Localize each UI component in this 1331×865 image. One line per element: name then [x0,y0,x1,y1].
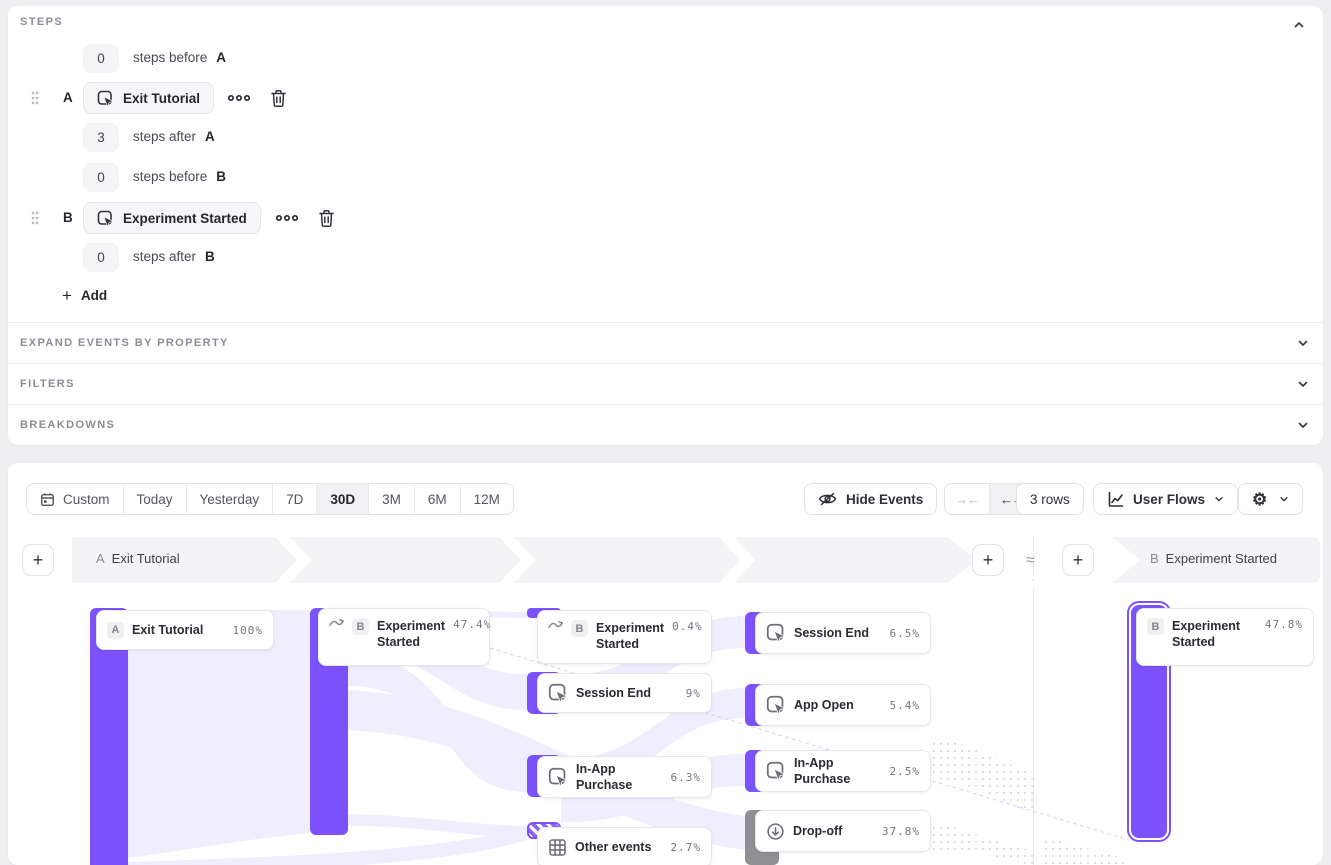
chevron-down-icon [1297,378,1309,390]
date-3m[interactable]: 3M [368,484,414,514]
skip-steps-icon [329,618,344,628]
section-filters[interactable]: FILTERS [8,363,1323,404]
flow-node-in-app-purchase[interactable]: In-App Purchase 6.3% [537,756,712,798]
rows-count-button[interactable]: 3 rows [1016,483,1084,515]
step-a-letter: A [63,90,73,105]
step-b-letter: B [63,210,73,225]
steps-before-b-input[interactable]: 0 [83,163,119,192]
date-custom[interactable]: Custom [27,484,123,514]
date-yesterday[interactable]: Yesterday [186,484,273,514]
skip-steps-icon [548,620,563,630]
drag-handle-icon[interactable] [31,211,39,225]
flow-node-other-events[interactable]: Other events 2.7% [537,827,712,865]
calendar-icon [40,492,55,507]
step-letter-badge: B [352,618,369,635]
collapse-columns-button[interactable]: →← [945,484,989,514]
drop-off-icon [766,822,785,841]
flow-node-experiment-started-47[interactable]: B Experiment Started 47.4% [318,608,490,666]
add-column-before-b-button[interactable]: + [1062,544,1094,576]
step-b-event-button[interactable]: Experiment Started [83,202,261,234]
view-type-dropdown[interactable]: User Flows [1093,483,1238,515]
plus-icon: + [983,550,994,571]
date-today[interactable]: Today [123,484,186,514]
chevron-down-icon [1214,494,1224,504]
event-click-icon [548,767,568,787]
hide-events-button[interactable]: Hide Events [804,483,937,515]
steps-before-b-label: steps beforeB [133,169,226,184]
approx-gap-icon: ≈ [1026,552,1035,570]
flow-node-experiment-started-b[interactable]: B Experiment Started 47.8% [1136,608,1314,666]
steps-title: STEPS [20,16,63,28]
event-click-icon [766,761,786,781]
plus-icon: + [33,550,44,571]
user-flows-chart-icon [1107,491,1124,508]
flow-node-session-end[interactable]: Session End 9% [537,673,712,713]
plus-icon: + [62,287,72,304]
event-click-icon [548,683,568,703]
user-flows-app: STEPS 0 steps beforeA A Exit Tutorial 3 … [0,0,1331,865]
settings-dropdown[interactable]: ⚙ [1238,483,1303,515]
flow-panel: Custom Today Yesterday 7D 30D 3M 6M 12M … [8,463,1323,865]
step-letter-badge: B [1147,618,1164,635]
chevron-down-icon [1279,494,1289,504]
add-column-after-a-button[interactable]: + [972,544,1004,576]
chevron-down-icon [1297,419,1309,431]
date-range-control: Custom Today Yesterday 7D 30D 3M 6M 12M [26,483,514,515]
drag-handle-icon[interactable] [31,91,39,105]
steps-panel: STEPS 0 steps beforeA A Exit Tutorial 3 … [8,6,1323,445]
steps-after-b-input[interactable]: 0 [83,243,119,272]
step-letter-badge: B [571,620,588,637]
flow-header-band [8,537,1323,583]
event-click-icon [766,623,786,643]
chevron-up-icon [1293,19,1305,31]
eye-slash-icon [818,491,837,507]
steps-after-b-label: steps afterB [133,249,215,264]
step-a-more-options-button[interactable] [227,86,251,110]
steps-before-a-label: steps beforeA [133,50,226,65]
step-letter-badge: A [107,622,124,639]
flow-node-drop-off[interactable]: Drop-off 37.8% [755,810,931,852]
collapse-steps-button[interactable] [1289,15,1309,35]
plus-icon: + [1073,550,1084,571]
step-b-more-options-button[interactable] [275,206,299,230]
add-column-left-button[interactable]: + [22,544,54,576]
section-expand-events-by-property[interactable]: EXPAND EVENTS BY PROPERTY [8,322,1323,363]
step-b-delete-button[interactable] [314,206,338,230]
grid-icon [548,838,567,857]
steps-after-a-input[interactable]: 3 [83,123,119,152]
flow-node-app-open[interactable]: App Open 5.4% [755,684,931,726]
flow-node-in-app-purchase-2[interactable]: In-App Purchase 2.5% [755,750,931,792]
date-30d[interactable]: 30D [316,484,368,514]
chevron-down-icon [1297,337,1309,349]
date-7d[interactable]: 7D [272,484,316,514]
flow-node-exit-tutorial[interactable]: A Exit Tutorial 100% [96,610,274,650]
flow-header-step-b[interactable]: B Experiment Started [1150,551,1277,566]
date-12m[interactable]: 12M [460,484,513,514]
event-click-icon [97,90,114,107]
steps-before-a-input[interactable]: 0 [83,44,119,73]
section-breakdowns[interactable]: BREAKDOWNS [8,404,1323,445]
steps-after-a-label: steps afterA [133,129,215,144]
step-a-event-button[interactable]: Exit Tutorial [83,82,214,114]
date-6m[interactable]: 6M [414,484,460,514]
flow-node-session-end-2[interactable]: Session End 6.5% [755,612,931,654]
flow-header-step-a[interactable]: A Exit Tutorial [96,551,180,566]
event-click-icon [766,695,786,715]
step-a-delete-button[interactable] [266,86,290,110]
flow-node-experiment-started-04[interactable]: B Experiment Started 0.4% [537,610,712,664]
event-click-icon [97,210,114,227]
add-step-button[interactable]: + Add [62,287,107,304]
gear-icon: ⚙ [1252,491,1267,508]
